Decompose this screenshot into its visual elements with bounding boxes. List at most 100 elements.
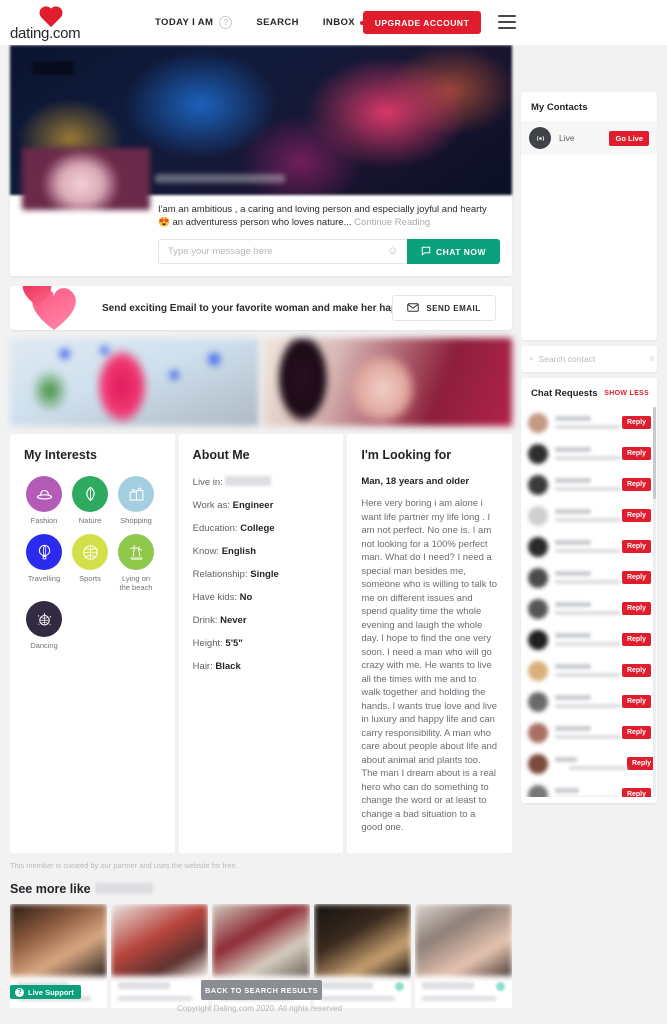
requester-avatar [528, 443, 548, 464]
live-support-label: Live Support [28, 987, 74, 997]
interest-item-dancing[interactable]: Dancing [24, 601, 64, 650]
reply-button[interactable]: Reply [621, 509, 651, 522]
message-input[interactable] [158, 239, 407, 264]
reply-button[interactable]: Reply [627, 757, 657, 770]
upgrade-account-button[interactable]: UPGRADE ACCOUNT [363, 11, 481, 34]
chat-requests-scrollbar-thumb[interactable] [653, 407, 656, 499]
search-contact-input[interactable] [538, 354, 650, 364]
requester-avatar [528, 784, 548, 797]
reply-button[interactable]: Reply [621, 726, 651, 739]
photo-gallery [10, 338, 512, 426]
interest-item-lying-on-the-beach[interactable]: Lying on the beach [116, 534, 156, 592]
interest-item-shopping[interactable]: Shopping [116, 476, 156, 525]
chat-now-button[interactable]: CHAT NOW [407, 239, 500, 264]
reply-button[interactable]: Reply [621, 447, 651, 460]
nav-label-search: SEARCH [256, 17, 299, 28]
about-label: Hair: [192, 661, 213, 672]
about-row: Drink: Never [193, 615, 330, 627]
reply-button[interactable]: Reply [621, 540, 651, 553]
chat-request-row[interactable]: Reply [521, 593, 657, 624]
send-email-button[interactable]: SEND EMAIL [392, 295, 496, 321]
chat-request-row[interactable]: Reply [521, 624, 657, 655]
chat-requests-list[interactable]: Reply Reply Reply Reply Reply Reply Repl… [521, 407, 657, 797]
looking-for-title: I'm Looking for [361, 448, 452, 462]
about-value: Never [220, 615, 247, 626]
requester-avatar [528, 691, 548, 712]
requester-info [555, 509, 622, 522]
contact-row-live[interactable]: Live Go Live [521, 121, 657, 155]
profile-card: I'am an ambitious , a caring and loving … [10, 45, 512, 276]
reply-button[interactable]: Reply [621, 788, 651, 797]
similar-profile-photo [313, 903, 411, 976]
reply-button[interactable]: Reply [621, 571, 651, 584]
interest-item-sports[interactable]: Sports [70, 534, 110, 592]
interest-item-fashion[interactable]: Fashion [24, 476, 64, 525]
see-more-name-redacted [94, 882, 153, 894]
show-less-link[interactable]: SHOW LESS [604, 390, 649, 397]
requester-avatar [528, 722, 548, 743]
message-row: ☺ CHAT NOW [158, 239, 500, 264]
reply-button[interactable]: Reply [621, 633, 651, 646]
about-value-redacted [225, 476, 272, 486]
interest-item-travelling[interactable]: Travelling [24, 534, 64, 592]
chat-request-row[interactable]: Reply [521, 748, 657, 779]
logo-text: dating.com [10, 25, 81, 42]
right-sidebar: My Contacts Live Go Live ⌕ ⌾ Chat Reques… [521, 92, 657, 803]
back-to-search-results-button[interactable]: BACK TO SEARCH RESULTS [201, 980, 322, 1000]
help-icon[interactable]: ? [219, 16, 233, 29]
reply-button[interactable]: Reply [621, 664, 651, 677]
search-icon: ⌕ [529, 354, 534, 363]
my-contacts-title: My Contacts [531, 102, 588, 113]
requester-avatar [528, 474, 548, 495]
gallery-photo[interactable] [263, 338, 512, 426]
about-row: Education: College [193, 523, 330, 535]
chat-request-row[interactable]: Reply [521, 779, 657, 797]
interest-label: Sports [79, 574, 101, 583]
chat-request-row[interactable]: Reply [521, 469, 657, 500]
chat-request-row[interactable]: Reply [521, 655, 657, 686]
cover-badge [32, 61, 74, 75]
interests-title: My Interests [24, 448, 97, 462]
profile-avatar[interactable] [22, 148, 150, 210]
interest-label: Travelling [27, 574, 61, 583]
similar-profile-photo [414, 903, 513, 976]
about-row: Have kids: No [193, 592, 330, 604]
interest-label: Shopping [120, 516, 152, 525]
chat-request-row[interactable]: Reply [521, 531, 657, 562]
send-email-banner: Send exciting Email to your favorite wom… [10, 286, 512, 330]
chat-request-row[interactable]: Reply [521, 407, 657, 438]
nav-item-inbox[interactable]: INBOX [323, 17, 364, 28]
requester-info [555, 695, 622, 708]
reply-button[interactable]: Reply [621, 478, 651, 491]
reply-button[interactable]: Reply [621, 695, 651, 708]
nav-item-search[interactable]: SEARCH [256, 17, 299, 28]
about-label: Have kids: [192, 592, 238, 603]
hamburger-menu-icon[interactable] [498, 15, 516, 29]
contact-name: Live [559, 133, 575, 143]
nav-item-today-i-am[interactable]: TODAY I AM ? [155, 16, 233, 29]
gallery-photo[interactable] [10, 338, 259, 426]
reply-button[interactable]: Reply [621, 602, 651, 615]
logo[interactable]: dating.com [10, 4, 90, 42]
live-support-button[interactable]: ? Live Support [10, 985, 81, 999]
chat-request-row[interactable]: Reply [521, 500, 657, 531]
continue-reading-link[interactable]: Continue Reading [354, 217, 430, 228]
main-nav: TODAY I AM ? SEARCH INBOX [155, 0, 388, 45]
interest-label: Dancing [30, 641, 58, 650]
filter-icon[interactable]: ⌾ [649, 354, 654, 365]
about-row: Height: 5'5" [193, 638, 330, 650]
reply-button[interactable]: Reply [621, 416, 651, 429]
interest-item-nature[interactable]: Nature [70, 476, 110, 525]
cover-caption [155, 174, 285, 183]
chat-request-row[interactable]: Reply [521, 438, 657, 469]
interest-label: Fashion [30, 516, 58, 525]
see-more-label: See more like [10, 881, 91, 896]
profile-bio-text: I'am an ambitious , a caring and loving … [158, 204, 487, 228]
chat-request-row[interactable]: Reply [521, 686, 657, 717]
chat-request-row[interactable]: Reply [521, 562, 657, 593]
chat-request-row[interactable]: Reply [521, 717, 657, 748]
requester-avatar [528, 536, 548, 557]
go-live-button[interactable]: Go Live [609, 130, 649, 146]
about-value: Single [250, 569, 279, 580]
chat-requests-panel: Chat Requests SHOW LESS Reply Reply Repl… [521, 378, 657, 803]
